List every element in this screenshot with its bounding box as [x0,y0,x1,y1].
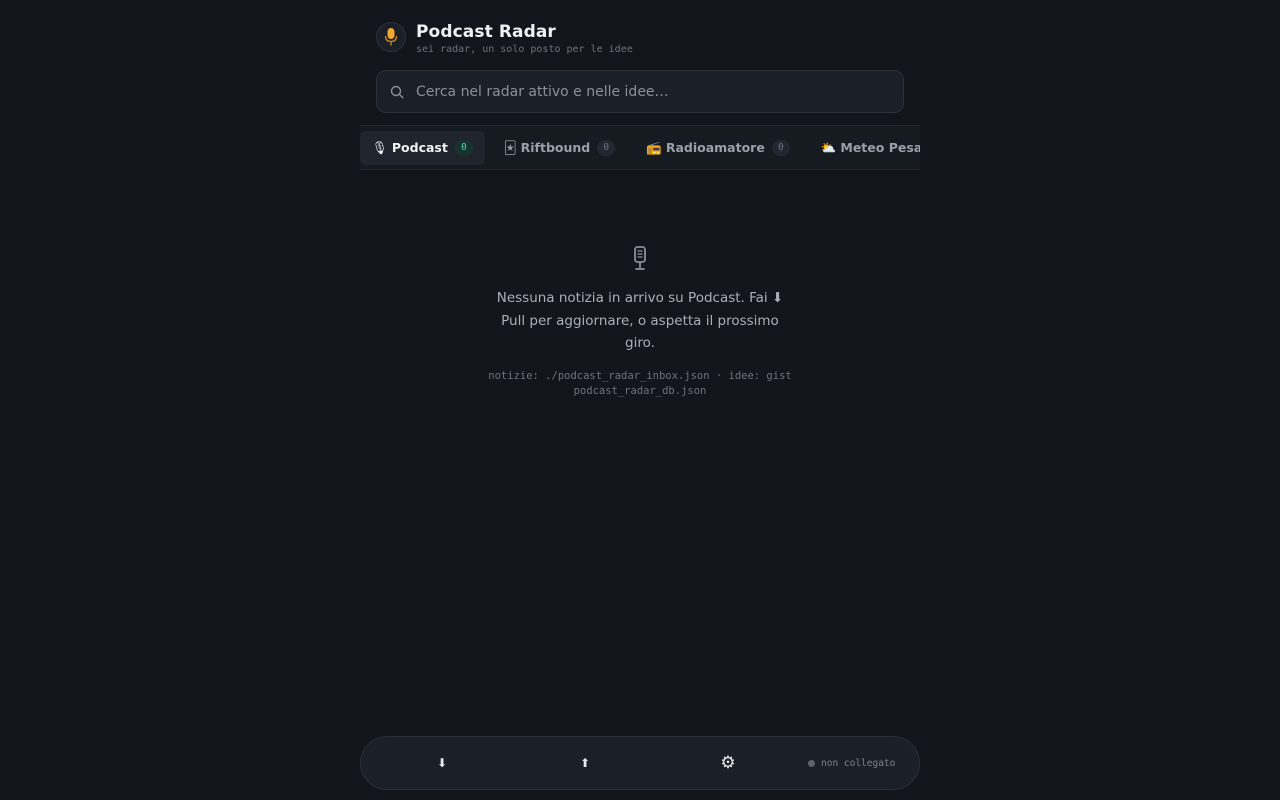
tab-label: Radioamatore [665,140,765,155]
empty-state: Nessuna notizia in arrivo su Podcast. Fa… [360,245,920,399]
tab-label: Meteo Pesaro [840,140,920,155]
push-button[interactable]: ⬆ [555,737,615,789]
radar-tabs: 🎙 Podcast 0 🃏 Riftbound 0 📻 Radioamatore… [360,125,920,170]
gear-icon: ⚙ [720,753,736,773]
tab-riftbound[interactable]: 🃏 Riftbound 0 [492,131,627,165]
radio-icon: 📻 [646,139,662,155]
status-text: non collegato [821,757,896,769]
header: Podcast Radar sei radar, un solo posto p… [376,20,904,58]
app-title: Podcast Radar [416,21,556,42]
empty-message: Nessuna notizia in arrivo su Podcast. Fa… [496,290,784,351]
search-input[interactable] [416,83,903,100]
title-block: Podcast Radar sei radar, un solo posto p… [416,22,633,57]
microphone-icon [629,245,651,273]
app-subtitle: sei radar, un solo posto per le idee [416,43,633,55]
pull-button[interactable]: ⬇ [412,737,472,789]
arrow-up-icon: ⬆ [579,756,591,770]
microphone-icon [376,22,406,52]
tab-podcast[interactable]: 🎙 Podcast 0 [360,130,485,165]
tab-meteo-pesaro[interactable]: ⛅ Meteo Pesaro [809,131,920,165]
arrow-down-icon: ⬇ [436,756,448,770]
status-dot-icon [808,759,815,767]
tab-count-badge: 0 [771,139,790,156]
data-sources-info: notizie: ./podcast_radar_inbox.json · id… [488,369,792,397]
connection-status: non collegato [808,737,895,789]
tab-count-badge: 0 [597,139,616,156]
search-icon [390,85,404,99]
tab-count-badge: 0 [454,139,473,156]
tab-label: Podcast [391,140,448,155]
tab-label: Riftbound [520,140,591,155]
tab-radioamatore[interactable]: 📻 Radioamatore 0 [634,131,802,165]
playing-card-icon: 🃏 [503,140,517,155]
microphone-icon: 🎙 [372,139,388,155]
app-root: Podcast Radar sei radar, un solo posto p… [360,0,920,800]
search-bar[interactable] [376,70,904,113]
bottom-bar: ⬇ ⬆ ⚙ non collegato [360,736,920,790]
settings-button[interactable]: ⚙ [698,737,758,789]
sun-behind-cloud-icon: ⛅ [820,139,837,155]
